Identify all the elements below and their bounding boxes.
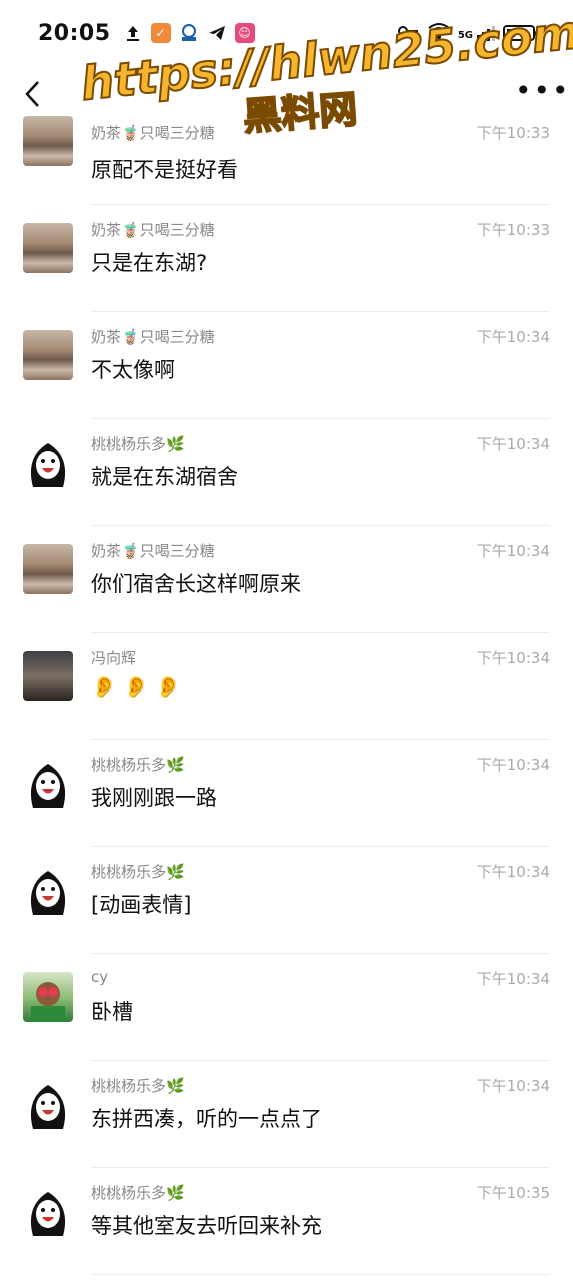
message-item[interactable]: 奶茶🧋只喝三分糖 下午10:33 只是在东湖? (0, 205, 573, 312)
message-time: 下午10:33 (476, 221, 550, 239)
message-time: 下午10:34 (476, 1077, 550, 1095)
message-text[interactable]: 东拼西凑，听的一点点了 (91, 1103, 322, 1133)
message-time: 下午10:34 (476, 649, 550, 667)
wifi-icon (428, 22, 450, 44)
message-text[interactable]: 就是在东湖宿舍 (91, 461, 238, 491)
avatar[interactable] (23, 437, 73, 487)
avatar[interactable] (23, 651, 73, 701)
sender-name: 奶茶🧋只喝三分糖 (91, 124, 215, 142)
key-icon (397, 24, 420, 42)
sender-name: 桃桃杨乐多🌿 (91, 756, 185, 774)
message-text[interactable]: 只是在东湖? (91, 247, 207, 277)
message-time: 下午10:35 (476, 1184, 550, 1202)
message-item[interactable]: 桃桃杨乐多🌿 下午10:34 东拼西凑，听的一点点了 (0, 1061, 573, 1168)
message-text[interactable]: 你们宿舍长这样啊原来 (91, 568, 301, 598)
avatar[interactable] (23, 116, 73, 166)
message-time: 下午10:33 (476, 124, 550, 142)
avatar[interactable] (23, 1186, 73, 1236)
sender-name: 奶茶🧋只喝三分糖 (91, 542, 215, 560)
network-label: 5G (457, 29, 473, 41)
message-item[interactable]: 桃桃杨乐多🌿 下午10:34 就是在东湖宿舍 (0, 419, 573, 526)
message-time: 下午10:34 (476, 328, 550, 346)
avatar[interactable] (23, 544, 73, 594)
message-text[interactable]: 不太像啊 (91, 354, 175, 384)
message-item[interactable]: 桃桃杨乐多🌿 下午10:34 [动画表情] (0, 847, 573, 954)
message-item[interactable]: 奶茶🧋只喝三分糖 下午10:34 不太像啊 (0, 312, 573, 419)
shield-app-icon: ✓ (150, 23, 171, 43)
back-button[interactable] (16, 76, 52, 112)
message-time: 下午10:34 (476, 863, 550, 881)
message-item[interactable]: 桃桃杨乐多🌿 下午10:35 等其他室友去听回来补充 (0, 1168, 573, 1275)
upload-icon (123, 23, 143, 43)
avatar[interactable] (23, 223, 73, 273)
message-time: 下午10:34 (476, 435, 550, 453)
divider (91, 1274, 550, 1275)
5g-signal-icon: 5G (457, 25, 495, 41)
status-time: 20:05 (38, 20, 111, 46)
message-text[interactable]: 👂👂👂 (91, 675, 187, 700)
avatar[interactable] (23, 330, 73, 380)
message-item[interactable]: cy 下午10:34 卧槽 (0, 954, 573, 1061)
message-text[interactable]: 我刚刚跟一路 (91, 782, 217, 812)
chat-header: ••• (0, 66, 573, 124)
message-item[interactable]: 冯向辉 下午10:34 👂👂👂 (0, 633, 573, 740)
more-options-button[interactable]: ••• (515, 77, 569, 106)
sender-name: 奶茶🧋只喝三分糖 (91, 221, 215, 239)
sender-name: 桃桃杨乐多🌿 (91, 863, 185, 881)
message-time: 下午10:34 (476, 970, 550, 988)
sender-name: 桃桃杨乐多🌿 (91, 435, 185, 453)
badge-app-icon (179, 23, 199, 43)
message-item[interactable]: 奶茶🧋只喝三分糖 下午10:33 原配不是挺好看 (0, 116, 573, 205)
system-status-icons: 5G (397, 22, 538, 44)
message-time: 下午10:34 (476, 756, 550, 774)
message-text[interactable]: 原配不是挺好看 (91, 154, 238, 184)
back-icon (25, 81, 39, 107)
message-time: 下午10:34 (476, 542, 550, 560)
message-list[interactable]: 奶茶🧋只喝三分糖 下午10:33 原配不是挺好看 奶茶🧋只喝三分糖 下午10:3… (0, 116, 573, 1275)
sender-name: 桃桃杨乐多🌿 (91, 1077, 185, 1095)
avatar[interactable] (23, 865, 73, 915)
message-text[interactable]: [动画表情] (91, 889, 191, 919)
avatar[interactable] (23, 972, 73, 1022)
message-item[interactable]: 桃桃杨乐多🌿 下午10:34 我刚刚跟一路 (0, 740, 573, 847)
sender-name: cy (91, 968, 109, 986)
status-bar: 20:05 ✓ ☺ 5G (0, 0, 573, 66)
sender-name: 桃桃杨乐多🌿 (91, 1184, 185, 1202)
notification-icons: ✓ ☺ (123, 23, 255, 43)
sender-name: 奶茶🧋只喝三分糖 (91, 328, 215, 346)
app-icon: ☺ (234, 23, 255, 43)
message-text[interactable]: 卧槽 (91, 996, 133, 1026)
avatar[interactable] (23, 1079, 73, 1129)
sender-name: 冯向辉 (91, 649, 137, 667)
message-text[interactable]: 等其他室友去听回来补充 (91, 1210, 322, 1240)
telegram-icon (207, 23, 227, 43)
avatar[interactable] (23, 758, 73, 808)
message-item[interactable]: 奶茶🧋只喝三分糖 下午10:34 你们宿舍长这样啊原来 (0, 526, 573, 633)
battery-icon (503, 25, 538, 41)
